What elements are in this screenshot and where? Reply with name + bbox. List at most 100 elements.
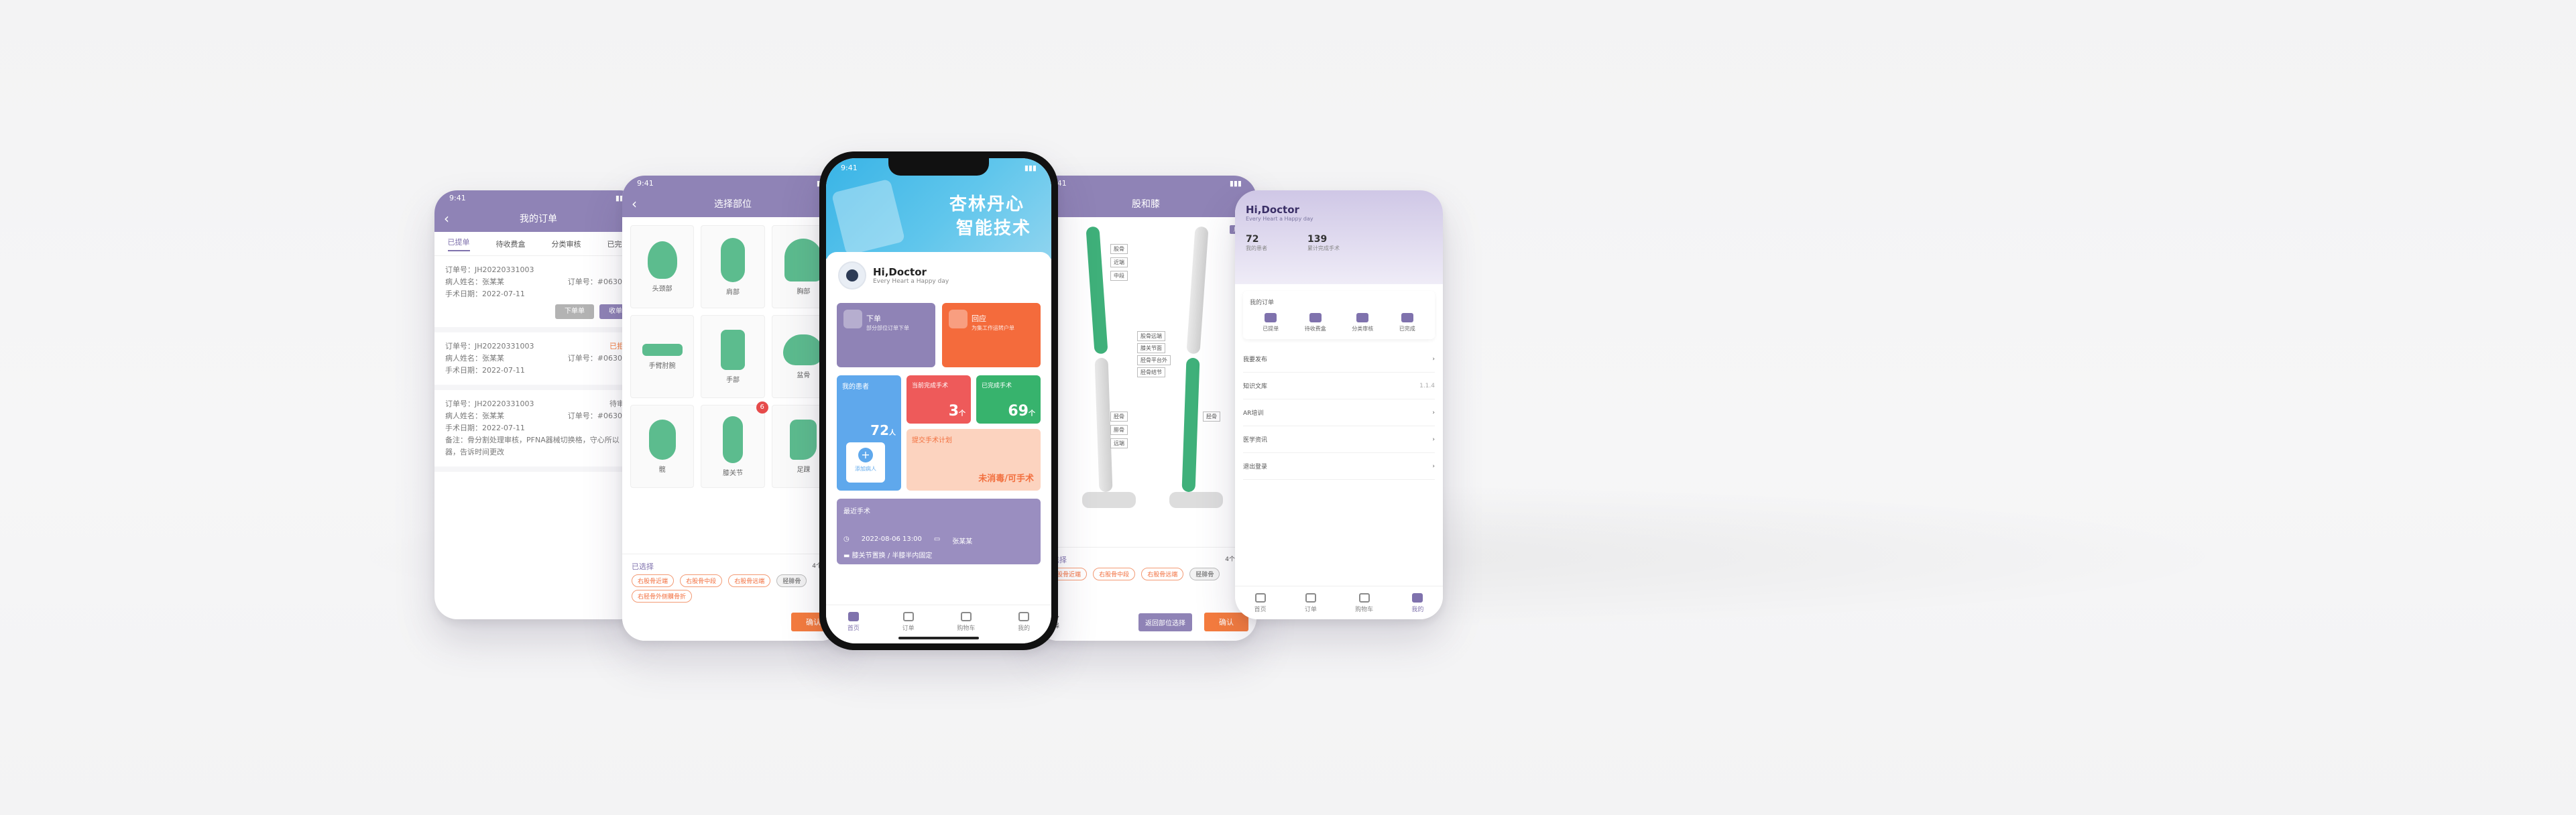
order-no: JH20220331003 [475,342,534,351]
bone-label[interactable]: 近端 [1110,257,1128,267]
part-cell-shoulder[interactable]: 肩部 [701,225,765,308]
selected-chip[interactable]: 胫腓骨 [776,574,807,587]
order-status-fee[interactable]: 待收费盒 [1305,313,1326,332]
tab-cart[interactable]: 购物车 [957,611,975,632]
menu-item[interactable]: AR培训 › [1243,399,1435,426]
surgery-plan-tile[interactable]: 提交手术计划 未消毒/可手术 [906,429,1041,491]
part-cell-hip[interactable]: 髋 [630,405,695,488]
order-card[interactable]: 订单号：JH20220331003 已拒单 病人姓名：张某某 订单号：#063065… [434,332,642,390]
selected-chip[interactable]: 右胫骨外侧髁骨折 [632,590,693,603]
page-title: 股和膝 [1132,199,1160,210]
tab-home[interactable]: 首页 [847,611,860,632]
clipboard-icon [1265,313,1277,322]
part-label: 髋 [658,466,666,474]
menu-item[interactable]: 退出登录 › [1243,453,1435,480]
selection-panel: 已选择 4个部位 右股骨近端 右股骨中段 右股骨远端 胫腓骨 右胫骨外侧髁骨折 … [622,554,843,641]
part-cell-arm[interactable]: 手臂肘腕 [630,315,695,398]
place-order-button[interactable]: 下单单 [555,304,594,319]
part-label: 头颈部 [652,285,672,293]
order-status-done[interactable]: 已完成 [1399,313,1415,332]
home-icon [847,611,859,621]
action-cards: 下单 部分部位订单下单 回应 为集工作运转户单 [826,299,1051,371]
page-title: 选择部位 [714,199,752,210]
bone-label[interactable]: 胫骨结节 [1137,367,1165,377]
add-patient-button[interactable]: + 添加病人 [846,442,885,483]
user-icon [1018,611,1030,621]
order-date: 手术日期：2022-07-11 [445,366,525,375]
tab-pending-fee[interactable]: 待收费盒 [496,239,526,249]
menu-item[interactable]: 知识文库 1.1.4 [1243,373,1435,399]
order-no: JH20220331003 [475,399,534,408]
selected-chip[interactable]: 右股骨近端 [632,574,675,587]
left-femur[interactable] [1086,226,1108,355]
order-card[interactable]: 订单号：JH20220331003 病人姓名：张某某 订单号：#063065 手术… [434,256,642,332]
phone-legs: 9:41▮▮▮ 股和膝 展示 股骨 近端 中段 股骨远端 膝关节面 胫骨平台外 … [1035,176,1256,641]
order-status-label: 已提单 [1263,326,1279,332]
order-note: 备注：骨分割处理审核，PFNA器械切换格，守心所以器，告诉时间更改 [445,436,620,456]
tab-label: 我的 [1411,606,1424,613]
right-femur[interactable] [1186,226,1209,355]
tab-orders[interactable]: 订单 [902,611,915,632]
part-cell-knee[interactable]: 膝关节 6 [701,401,768,488]
tab-review[interactable]: 分类审核 [552,239,581,249]
left-foot [1082,492,1136,508]
back-icon[interactable]: ‹ [444,210,449,227]
stat-patients[interactable]: 72 我的患者 [1246,234,1267,252]
selected-chip[interactable]: 右股骨远端 [1141,568,1184,580]
selected-chip[interactable]: 胫腓骨 [1189,568,1220,580]
skull-icon [647,241,677,279]
recent-surgery-card[interactable]: 最近手术 ◷ 2022-08-06 13:00 ▭ 张某某 ▬ 膝关节置换 / 半膝半… [837,499,1041,564]
bone-label[interactable]: 膝关节面 [1137,343,1165,353]
tab-me[interactable]: 我的 [1018,611,1030,632]
home-indicator [898,637,979,639]
tab-cart[interactable]: 购物车 [1355,592,1373,613]
tile-sub: 未消毒/可手术 [978,474,1034,484]
back-icon[interactable]: ‹ [632,196,637,212]
stat-surgeries[interactable]: 139 累计完成手术 [1307,234,1340,252]
part-cell-head[interactable]: 头颈部 [630,225,695,308]
bone-label[interactable]: 胫骨 [1203,412,1220,422]
selected-chip[interactable]: 右股骨远端 [728,574,771,587]
tab-submitted[interactable]: 已提单 [447,237,470,251]
chevron-right-icon: › [1432,409,1435,416]
order-card[interactable]: 订单号：JH20220331003 待审核 病人姓名：张某某 订单号：#063065… [434,390,642,472]
menu-item[interactable]: 我要发布 › [1243,346,1435,373]
order-status-submitted[interactable]: 已提单 [1263,313,1279,332]
tile-value: 69 [1008,403,1029,420]
place-order-card[interactable]: 下单 部分部位订单下单 [837,303,935,367]
selected-chip[interactable]: 右股骨中段 [1093,568,1136,580]
order-status-review[interactable]: 分类审核 [1352,313,1373,332]
bone-label[interactable]: 远端 [1110,438,1128,448]
pending-surgery-tile[interactable]: 当前完成手术 3个 [906,375,971,424]
selection-panel: 已选择 4个部位 右股骨近端 右股骨中段 右股骨远端 胫腓骨 更多 选择 返回部… [1035,547,1256,641]
bone-label[interactable]: 腓骨 [1110,425,1128,435]
cart-icon [1358,592,1370,603]
avatar[interactable] [838,261,866,290]
back-to-select-button[interactable]: 返回部位选择 [1138,613,1192,631]
menu-label: 知识文库 [1243,383,1268,390]
bone-label[interactable]: 股骨远端 [1137,331,1165,341]
my-patients-tile[interactable]: 我的患者 72人 + 添加病人 [837,375,901,491]
selected-chip[interactable]: 右股骨中段 [680,574,723,587]
signal-icon: ▮▮▮ [1024,163,1037,172]
bone-label[interactable]: 胫骨 [1110,412,1128,422]
clock-icon: ◷ [843,536,850,543]
legs-header: 9:41 ▮▮▮ 股和膝 [1035,176,1256,217]
tab-home[interactable]: 首页 [1254,592,1267,613]
tab-me[interactable]: 我的 [1411,592,1424,613]
bone-label[interactable]: 股骨 [1110,244,1128,254]
page-title: 我的订单 [520,214,557,225]
stat-label: 我的患者 [1246,245,1267,251]
tile-unit: 人 [889,430,896,437]
part-cell-hand[interactable]: 手部 [701,315,765,398]
stat-label: 累计完成手术 [1307,245,1340,251]
phone-orders: 9:41 ▮▮▮ ‹ 我的订单 已提单 待收费盒 分类审核 已完成 订单号：JH20… [434,190,642,619]
reply-card[interactable]: 回应 为集工作运转户单 [942,303,1041,367]
bone-label[interactable]: 中段 [1110,271,1128,281]
done-surgery-tile[interactable]: 已完成手术 69个 [976,375,1041,424]
tab-orders[interactable]: 订单 [1305,592,1317,613]
menu-item[interactable]: 医学资讯 › [1243,426,1435,453]
recent-doctor: 张某某 [952,538,973,546]
right-tibia[interactable] [1181,357,1200,493]
bone-label[interactable]: 胫骨平台外 [1137,355,1171,365]
